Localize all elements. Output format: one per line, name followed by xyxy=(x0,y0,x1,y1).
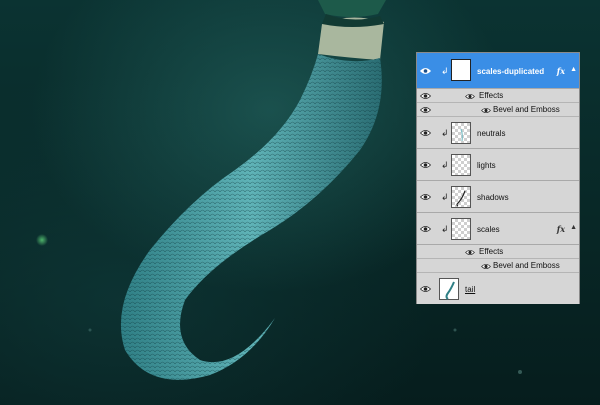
clipping-arrow-icon: ↲ xyxy=(441,224,449,234)
layer-name[interactable]: scales xyxy=(477,225,500,234)
layer-name[interactable]: scales-duplicated xyxy=(477,67,544,76)
eye-icon[interactable] xyxy=(419,65,432,77)
layer-style-icon[interactable]: fx xyxy=(557,66,565,76)
layer-thumbnail xyxy=(439,278,459,300)
layer-name[interactable]: shadows xyxy=(477,193,509,202)
effect-row-bevel[interactable]: Bevel and Emboss xyxy=(417,103,579,117)
clipping-arrow-icon: ↲ xyxy=(441,66,449,76)
top-fabric xyxy=(318,0,386,17)
effects-row[interactable]: Effects xyxy=(417,89,579,103)
layer-name[interactable]: lights xyxy=(477,161,496,170)
layer-row-scales-duplicated[interactable]: ↲ scales-duplicated fx ▲ xyxy=(417,53,579,89)
eye-icon[interactable] xyxy=(463,90,476,102)
eye-icon[interactable] xyxy=(419,223,432,235)
scroll-up-icon[interactable]: ▲ xyxy=(570,224,577,231)
effects-row[interactable]: Effects xyxy=(417,245,579,259)
layer-row-shadows[interactable]: ↲ shadows xyxy=(417,181,579,213)
layer-thumbnail xyxy=(451,218,471,240)
eye-icon[interactable] xyxy=(419,283,432,295)
eye-icon[interactable] xyxy=(463,246,476,258)
eye-icon[interactable] xyxy=(419,159,432,171)
green-particle xyxy=(36,234,48,246)
clipping-arrow-icon: ↲ xyxy=(441,160,449,170)
eye-icon[interactable] xyxy=(419,191,432,203)
clipping-arrow-icon: ↲ xyxy=(441,128,449,138)
eye-icon[interactable] xyxy=(419,90,432,102)
layer-thumbnail xyxy=(451,186,471,208)
layer-style-icon[interactable]: fx xyxy=(557,224,565,234)
layer-thumbnail xyxy=(451,122,471,144)
layers-panel: ↲ scales-duplicated fx ▲ Effects Bevel a… xyxy=(416,52,580,304)
eye-icon[interactable] xyxy=(479,260,492,272)
layer-name[interactable]: neutrals xyxy=(477,129,505,138)
eye-icon[interactable] xyxy=(479,104,492,116)
layer-row-neutrals[interactable]: ↲ neutrals xyxy=(417,117,579,149)
scroll-up-icon[interactable]: ▲ xyxy=(570,66,577,73)
layer-row-lights[interactable]: ↲ lights xyxy=(417,149,579,181)
effects-label: Effects xyxy=(479,91,504,100)
effects-label: Effects xyxy=(479,247,504,256)
effect-label: Bevel and Emboss xyxy=(493,261,560,270)
layer-thumbnail xyxy=(451,59,471,81)
layer-row-tail[interactable]: tail xyxy=(417,273,579,304)
layer-row-scales[interactable]: ↲ scales fx ▲ xyxy=(417,213,579,245)
effect-row-bevel[interactable]: Bevel and Emboss xyxy=(417,259,579,273)
layer-thumbnail xyxy=(451,154,471,176)
eye-icon[interactable] xyxy=(419,127,432,139)
effect-label: Bevel and Emboss xyxy=(493,105,560,114)
eye-icon[interactable] xyxy=(419,104,432,116)
layer-name[interactable]: tail xyxy=(465,285,475,294)
clipping-arrow-icon: ↲ xyxy=(441,192,449,202)
